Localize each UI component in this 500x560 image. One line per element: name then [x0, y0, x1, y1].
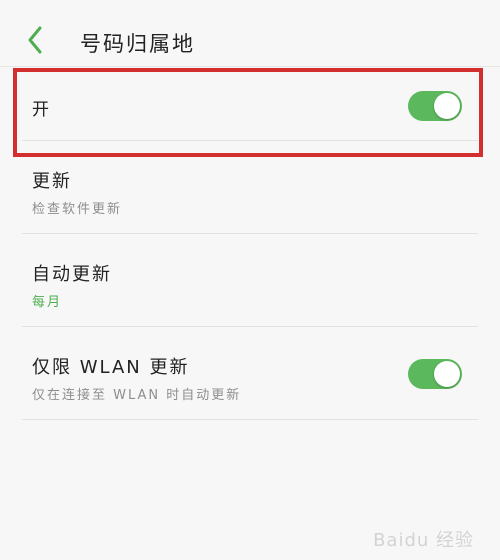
wlan-only-title: 仅限 WLAN 更新 — [32, 357, 190, 378]
app-header: 号码归属地 — [0, 0, 500, 66]
wlan-only-subtitle: 仅在连接至 WLAN 时自动更新 — [32, 388, 242, 403]
auto-update-title: 自动更新 — [32, 264, 112, 285]
page-title: 号码归属地 — [80, 32, 195, 56]
chevron-left-icon — [28, 26, 42, 54]
row-divider — [22, 419, 478, 420]
watermark-logo: Baidu 经验 — [373, 530, 474, 551]
auto-update-row[interactable]: 自动更新 每月 — [0, 234, 500, 326]
toggle-knob — [434, 361, 460, 387]
update-row[interactable]: 更新 检查软件更新 — [0, 141, 500, 233]
main-switch-toggle[interactable] — [408, 91, 462, 121]
main-switch-row[interactable]: 开 — [0, 67, 500, 139]
main-switch-label: 开 — [32, 100, 51, 120]
update-title: 更新 — [32, 171, 72, 192]
update-subtitle: 检查软件更新 — [32, 202, 123, 217]
wlan-only-toggle[interactable] — [408, 359, 462, 389]
toggle-knob — [434, 93, 460, 119]
wlan-only-row[interactable]: 仅限 WLAN 更新 仅在连接至 WLAN 时自动更新 — [0, 327, 500, 419]
back-button[interactable] — [22, 24, 48, 56]
auto-update-value: 每月 — [32, 295, 63, 310]
